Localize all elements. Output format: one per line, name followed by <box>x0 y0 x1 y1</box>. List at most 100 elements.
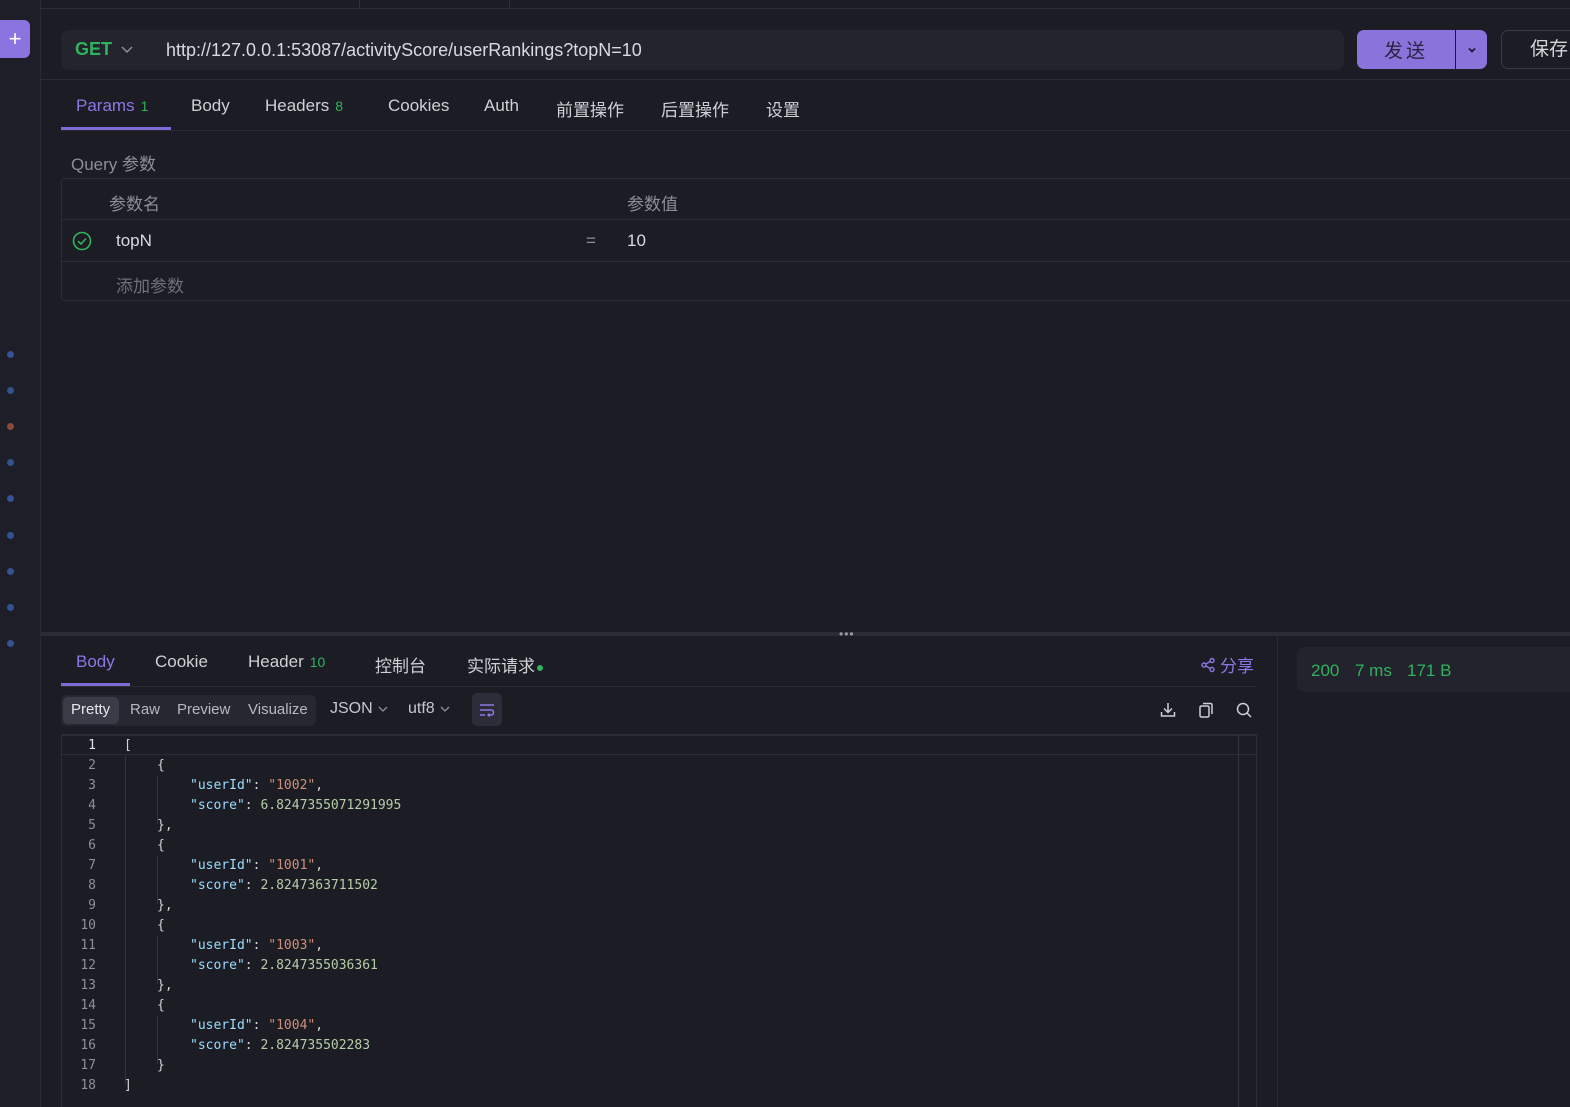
word-wrap-button[interactable] <box>472 693 502 726</box>
send-button[interactable]: 发送 <box>1357 30 1455 69</box>
check-circle-icon[interactable] <box>72 231 92 256</box>
code-line: "score": 2.824735502283 <box>190 1038 371 1053</box>
column-header-value: 参数值 <box>627 195 678 214</box>
response-tab-body[interactable]: Body <box>76 652 115 672</box>
line-number: 7 <box>88 858 96 873</box>
indent-guide <box>157 1016 158 1064</box>
status-code: 200 <box>1311 661 1340 680</box>
status-dot <box>537 664 543 671</box>
line-number: 3 <box>88 778 96 793</box>
response-tab-header[interactable]: Header 10 <box>248 652 325 672</box>
chevron-down-icon <box>378 706 388 712</box>
response-tab-console[interactable]: 控制台 <box>375 652 426 677</box>
response-size: 171 B <box>1407 661 1452 680</box>
indent-guide <box>157 936 158 984</box>
code-line: "userId": "1002", <box>190 778 324 793</box>
drag-handle-icon[interactable]: ••• <box>839 627 855 641</box>
plus-icon: + <box>8 26 22 51</box>
param-name-field[interactable]: topN <box>116 231 152 251</box>
code-line: "score": 2.8247363711502 <box>190 878 378 893</box>
download-icon[interactable] <box>1159 701 1177 724</box>
copy-icon[interactable] <box>1197 701 1215 724</box>
code-line: { <box>157 838 165 853</box>
divider <box>61 261 1570 262</box>
view-raw[interactable]: Raw <box>130 701 160 718</box>
view-pretty[interactable]: Pretty <box>71 701 110 718</box>
top-tab-strip <box>40 0 1570 9</box>
divider <box>61 130 1570 131</box>
code-line: }, <box>157 898 173 913</box>
view-visualize[interactable]: Visualize <box>248 701 308 718</box>
save-button[interactable]: 保存 <box>1501 30 1570 69</box>
code-line: "userId": "1001", <box>190 858 324 873</box>
column-header-name: 参数名 <box>109 195 160 214</box>
share-icon <box>1201 657 1215 672</box>
format-select[interactable]: JSON <box>330 700 389 718</box>
divider <box>61 686 1257 687</box>
send-label: 发送 <box>1383 41 1428 62</box>
tab-pre-processors[interactable]: 前置操作 <box>556 96 624 121</box>
add-button[interactable]: + <box>0 20 30 58</box>
search-icon[interactable] <box>1235 701 1253 724</box>
indent-guide <box>125 756 126 1084</box>
tab-headers[interactable]: Headers 8 <box>265 96 343 116</box>
line-number: 5 <box>88 818 96 833</box>
chevron-down-icon <box>440 706 450 712</box>
indent-guide <box>157 856 158 904</box>
line-number: 17 <box>80 1058 96 1073</box>
code-line: ] <box>124 1078 132 1093</box>
tab-auth[interactable]: Auth <box>484 96 519 116</box>
add-param-input[interactable]: 添加参数 <box>116 272 184 297</box>
tab-cookies[interactable]: Cookies <box>388 96 449 116</box>
line-number: 9 <box>88 898 96 913</box>
line-number: 6 <box>88 838 96 853</box>
tab-body[interactable]: Body <box>191 96 230 116</box>
code-line: "userId": "1004", <box>190 1018 324 1033</box>
share-button[interactable]: 分享 <box>1200 652 1254 677</box>
tree-dot <box>7 604 14 611</box>
indent-guide <box>157 776 158 824</box>
code-line: [ <box>124 738 132 753</box>
line-number: 2 <box>88 758 96 773</box>
param-value-field[interactable]: 10 <box>627 231 646 251</box>
line-number: 16 <box>80 1038 96 1053</box>
tab-slot[interactable] <box>359 0 510 8</box>
line-number: 13 <box>80 978 96 993</box>
tree-dot <box>7 532 14 539</box>
send-dropdown-button[interactable] <box>1456 30 1487 69</box>
code-line: "score": 2.8247355036361 <box>190 958 378 973</box>
equals-sign: = <box>586 231 596 250</box>
left-sidebar <box>0 0 41 1107</box>
encoding-select[interactable]: utf8 <box>408 700 451 718</box>
tab-settings[interactable]: 设置 <box>766 96 800 121</box>
tab-params[interactable]: Params 1 <box>76 96 148 116</box>
response-tab-actual-request[interactable]: 实际请求 <box>467 652 543 677</box>
panel-splitter[interactable] <box>40 632 1570 636</box>
view-preview[interactable]: Preview <box>177 701 230 718</box>
code-line: }, <box>157 978 173 993</box>
url-input[interactable]: http://127.0.0.1:53087/activityScore/use… <box>166 40 642 61</box>
tree-dot <box>7 568 14 575</box>
tree-dot <box>7 423 14 430</box>
code-line: "score": 6.8247355071291995 <box>190 798 402 813</box>
line-number: 12 <box>80 958 96 973</box>
line-number: 4 <box>88 798 96 813</box>
editor-scrollbar-edge[interactable] <box>1238 735 1239 1107</box>
line-number: 18 <box>80 1078 96 1093</box>
code-line: { <box>157 918 165 933</box>
tree-dot <box>7 351 14 358</box>
chevron-down-icon[interactable] <box>120 42 134 62</box>
method-select[interactable]: GET <box>75 39 112 60</box>
response-time: 7 ms <box>1355 661 1392 680</box>
response-tab-cookie[interactable]: Cookie <box>155 652 208 672</box>
tab-post-processors[interactable]: 后置操作 <box>661 96 729 121</box>
active-line-highlight <box>62 735 1256 755</box>
tree-dot <box>7 640 14 647</box>
chevron-down-icon <box>1467 47 1476 53</box>
line-number: 14 <box>80 998 96 1013</box>
wrap-icon <box>480 703 495 717</box>
tab-divider <box>509 0 511 8</box>
tree-dot <box>7 387 14 394</box>
line-number: 10 <box>80 918 96 933</box>
divider <box>40 79 1570 80</box>
